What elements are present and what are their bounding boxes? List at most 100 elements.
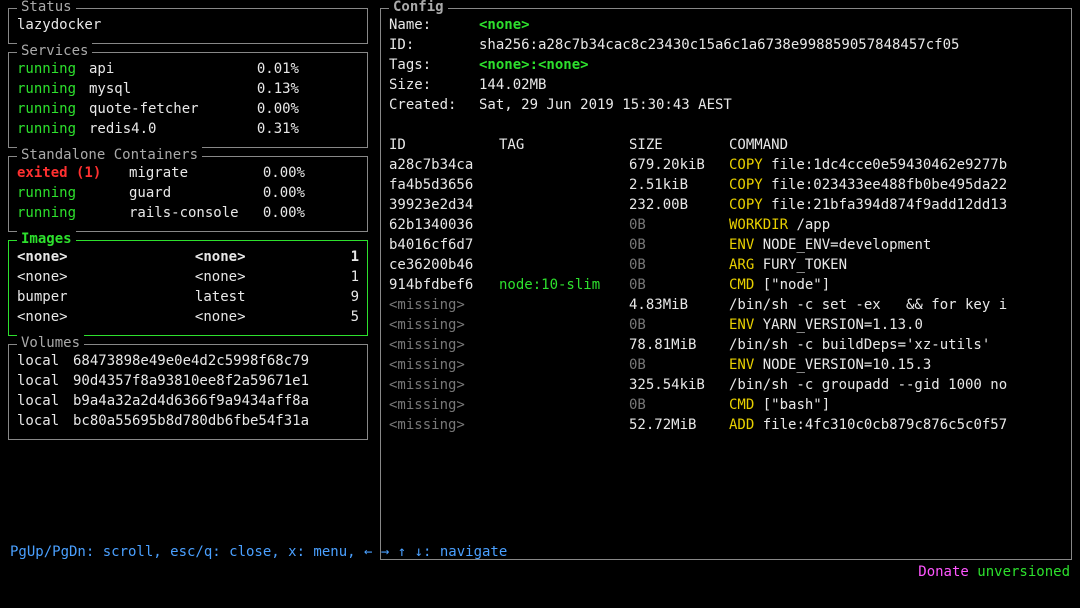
footer-donate[interactable]: Donate (918, 564, 969, 580)
layer-command: COPY file:21bfa394d874f9add12dd13 (729, 195, 1007, 215)
volumes-panel[interactable]: Volumes local68473898e49e0e4d2c5998f68c7… (8, 344, 368, 440)
layer-command: ENV NODE_ENV=development (729, 235, 931, 255)
left-column: Status lazydocker Services runningapi0.0… (8, 6, 368, 560)
volume-scope: local (17, 411, 73, 431)
layer-row[interactable]: b4016cf6d70BENV NODE_ENV=development (389, 235, 1063, 255)
layer-id: <missing> (389, 315, 499, 335)
image-tag: <none> (195, 267, 343, 287)
container-row[interactable]: runningguard0.00% (17, 183, 359, 203)
layer-id: <missing> (389, 295, 499, 315)
image-repo: bumper (17, 287, 195, 307)
layer-row[interactable]: <missing>0BCMD ["bash"] (389, 395, 1063, 415)
layer-command-kw: COPY (729, 157, 763, 173)
layer-row[interactable]: 914bfdbef6node:10-slim0BCMD ["node"] (389, 275, 1063, 295)
layer-row[interactable]: <missing>52.72MiBADD file:4fc310c0cb879c… (389, 415, 1063, 435)
container-status: exited (1) (17, 163, 129, 183)
layer-row[interactable]: <missing>78.81MiB/bin/sh -c buildDeps='x… (389, 335, 1063, 355)
image-row[interactable]: bumperlatest9 (17, 287, 359, 307)
meta-tags-value: <none>:<none> (479, 55, 589, 75)
image-count: 5 (343, 307, 359, 327)
standalone-panel[interactable]: Standalone Containers exited (1)migrate0… (8, 156, 368, 232)
volume-scope: local (17, 391, 73, 411)
layer-command: /bin/sh -c set -ex && for key i (729, 295, 1007, 315)
layer-row[interactable]: <missing>4.83MiB/bin/sh -c set -ex && fo… (389, 295, 1063, 315)
services-panel-title: Services (17, 41, 92, 61)
image-row[interactable]: <none><none>5 (17, 307, 359, 327)
volume-name: b9a4a32a2d4d6366f9a9434aff8a (73, 391, 309, 411)
layer-id: 914bfdbef6 (389, 275, 499, 295)
header-tag: TAG (499, 135, 629, 155)
layer-command: WORKDIR /app (729, 215, 830, 235)
layer-id: <missing> (389, 415, 499, 435)
container-pct: 0.00% (249, 203, 305, 223)
layer-size: 0B (629, 275, 729, 295)
layer-id: a28c7b34ca (389, 155, 499, 175)
container-row[interactable]: runningrails-console0.00% (17, 203, 359, 223)
service-pct: 0.13% (239, 79, 299, 99)
layer-tag (499, 195, 629, 215)
layer-id: <missing> (389, 375, 499, 395)
volume-name: 90d4357f8a93810ee8f2a59671e1 (73, 371, 309, 391)
services-panel[interactable]: Services runningapi0.01%runningmysql0.13… (8, 52, 368, 148)
layer-id: <missing> (389, 355, 499, 375)
layer-command-kw: CMD (729, 277, 754, 293)
layer-size: 325.54kiB (629, 375, 729, 395)
layer-tag (499, 315, 629, 335)
volume-row[interactable]: localbc80a55695b8d780db6fbe54f31a (17, 411, 359, 431)
layer-tag (499, 395, 629, 415)
config-panel[interactable]: Config Name:<none> ID:sha256:a28c7b34cac… (380, 8, 1072, 560)
layer-command-kw: CMD (729, 397, 754, 413)
volume-name: 68473898e49e0e4d2c5998f68c79 (73, 351, 309, 371)
container-name: rails-console (129, 203, 249, 223)
layer-row[interactable]: 39923e2d34 232.00BCOPY file:21bfa394d874f… (389, 195, 1063, 215)
service-row[interactable]: runningapi0.01% (17, 59, 359, 79)
images-panel[interactable]: Images <none><none>1<none><none>1bumperl… (8, 240, 368, 336)
service-row[interactable]: runningmysql0.13% (17, 79, 359, 99)
image-tag: latest (195, 287, 343, 307)
layer-size: 232.00B (629, 195, 729, 215)
layer-command: COPY file:023433ee488fb0be495da22 (729, 175, 1007, 195)
volume-row[interactable]: localb9a4a32a2d4d6366f9a9434aff8a (17, 391, 359, 411)
layer-tag (499, 295, 629, 315)
layer-size: 2.51kiB (629, 175, 729, 195)
layer-command-kw: ENV (729, 237, 754, 253)
layer-row[interactable]: a28c7b34ca679.20kiBCOPY file:1dc4cce0e59… (389, 155, 1063, 175)
layer-row[interactable]: <missing>325.54kiB/bin/sh -c groupadd --… (389, 375, 1063, 395)
layer-row[interactable]: 62b13400360BWORKDIR /app (389, 215, 1063, 235)
layer-size: 0B (629, 355, 729, 375)
service-pct: 0.01% (239, 59, 299, 79)
image-repo: <none> (17, 267, 195, 287)
layer-tag (499, 255, 629, 275)
header-command: COMMAND (729, 135, 788, 155)
layer-row[interactable]: ce36200b460BARG FURY_TOKEN (389, 255, 1063, 275)
layer-id: 39923e2d34 (389, 195, 499, 215)
volume-scope: local (17, 371, 73, 391)
layer-tag: node:10-slim (499, 275, 629, 295)
layer-row[interactable]: <missing>0BENV NODE_VERSION=10.15.3 (389, 355, 1063, 375)
layer-command-kw: COPY (729, 197, 763, 213)
image-row[interactable]: <none><none>1 (17, 267, 359, 287)
layer-size: 0B (629, 255, 729, 275)
volumes-panel-title: Volumes (17, 333, 84, 353)
layer-row[interactable]: fa4b5d36562.51kiBCOPY file:023433ee488fb… (389, 175, 1063, 195)
status-panel[interactable]: Status lazydocker (8, 8, 368, 44)
service-row[interactable]: runningquote-fetcher0.00% (17, 99, 359, 119)
layer-row[interactable]: <missing>0BENV YARN_VERSION=1.13.0 (389, 315, 1063, 335)
layer-size: 0B (629, 315, 729, 335)
image-row[interactable]: <none><none>1 (17, 247, 359, 267)
service-status: running (17, 79, 89, 99)
image-tag: <none> (195, 307, 343, 327)
layer-tag (499, 235, 629, 255)
service-name: mysql (89, 79, 239, 99)
container-row[interactable]: exited (1)migrate0.00% (17, 163, 359, 183)
service-row[interactable]: runningredis4.00.31% (17, 119, 359, 139)
volume-row[interactable]: local90d4357f8a93810ee8f2a59671e1 (17, 371, 359, 391)
volume-row[interactable]: local68473898e49e0e4d2c5998f68c79 (17, 351, 359, 371)
image-count: 9 (343, 287, 359, 307)
service-pct: 0.00% (239, 99, 299, 119)
meta-name-label: Name: (389, 15, 479, 35)
layer-command: /bin/sh -c buildDeps='xz-utils' (729, 335, 990, 355)
container-pct: 0.00% (249, 183, 305, 203)
container-status: running (17, 203, 129, 223)
app-root: Status lazydocker Services runningapi0.0… (0, 0, 1080, 608)
